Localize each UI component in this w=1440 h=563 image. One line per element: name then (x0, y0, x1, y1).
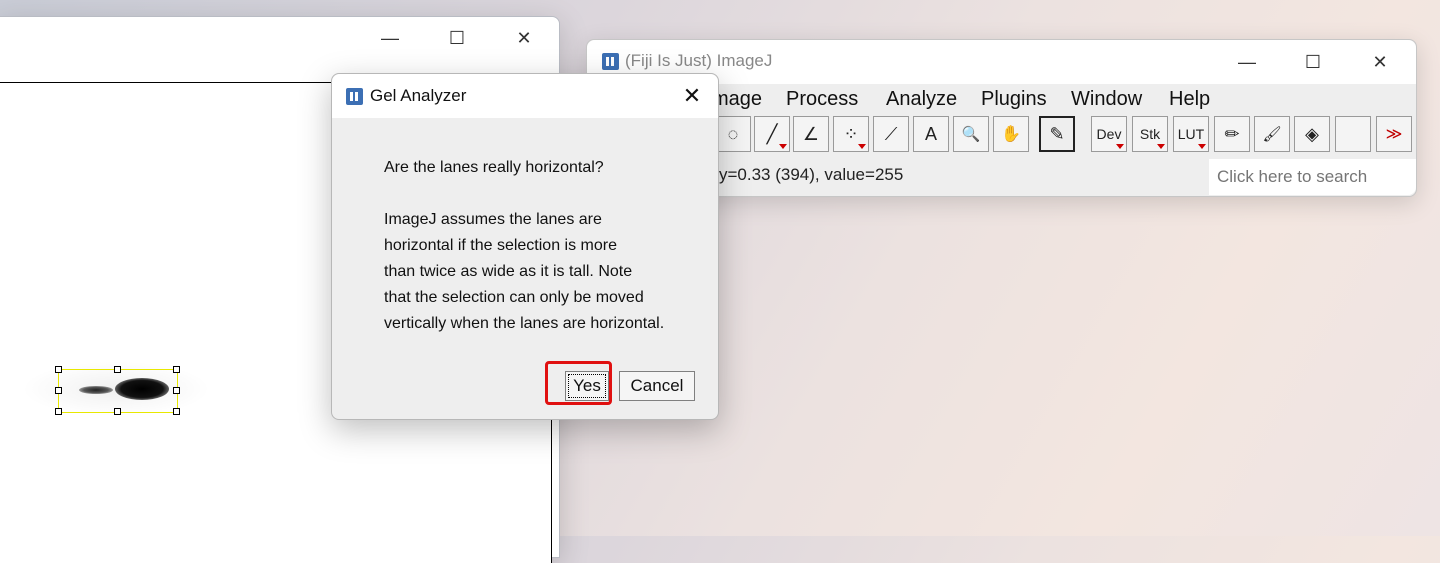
minimize-button[interactable]: — (1224, 42, 1270, 82)
stk-menu-icon[interactable]: Stk (1132, 116, 1168, 152)
lut-menu-icon[interactable]: LUT (1173, 116, 1209, 152)
wand-tool-icon[interactable]: ⟋ (873, 116, 909, 152)
flood-fill-icon[interactable]: ◈ (1294, 116, 1330, 152)
gel-analyzer-dialog: Gel Analyzer ✕ Are the lanes really hori… (331, 73, 719, 420)
minimize-button[interactable]: — (367, 18, 413, 58)
selection-handle[interactable] (114, 408, 121, 415)
angle-tool-icon[interactable]: ∠ (793, 116, 829, 152)
selection-handle[interactable] (55, 387, 62, 394)
dropdown-indicator (779, 144, 787, 149)
line-glyph: ╱ (766, 123, 778, 144)
dialog-question: Are the lanes really horizontal? (384, 159, 604, 176)
selection-handle[interactable] (55, 408, 62, 415)
stk-label: Stk (1139, 126, 1161, 142)
dropdown-indicator (1157, 144, 1165, 149)
dropdown-indicator (1116, 144, 1124, 149)
dialog-title: Gel Analyzer (370, 86, 467, 105)
close-button[interactable]: ✕ (1357, 42, 1403, 82)
selection-handle[interactable] (114, 366, 121, 373)
hand-tool-icon[interactable]: ✋ (993, 116, 1029, 152)
text-tool-icon[interactable]: A (913, 116, 949, 152)
dialog-body-line: than twice as wide as it is tall. Note (384, 263, 633, 280)
freehand-selection-icon[interactable]: ◌ (715, 116, 751, 152)
multipoint-tool-icon[interactable]: ⁘ (833, 116, 869, 152)
dialog-body-line: that the selection can only be moved (384, 289, 644, 306)
selection-handle[interactable] (173, 387, 180, 394)
imagej-title: (Fiji Is Just) ImageJ (625, 51, 773, 70)
more-tools-icon[interactable]: ≫ (1376, 116, 1412, 152)
image-window-titlebar: — ☐ ✕ (0, 17, 559, 79)
pencil-icon[interactable]: ✏ (1214, 116, 1250, 152)
selection-handle[interactable] (55, 366, 62, 373)
line-tool-icon[interactable]: ╱ (754, 116, 790, 152)
dialog-body-line: vertically when the lanes are horizontal… (384, 315, 665, 332)
menu-help[interactable]: Help (1169, 88, 1210, 111)
selection-handle[interactable] (173, 366, 180, 373)
dialog-titlebar: Gel Analyzer ✕ (332, 74, 718, 118)
imagej-app-icon (602, 53, 619, 70)
maximize-button[interactable]: ☐ (434, 18, 480, 58)
dialog-body-line: horizontal if the selection is more (384, 237, 617, 254)
menu-plugins[interactable]: Plugins (981, 88, 1047, 111)
menu-process[interactable]: Process (786, 88, 858, 111)
maximize-button[interactable]: ☐ (1290, 42, 1336, 82)
cancel-button[interactable]: Cancel (619, 371, 695, 401)
lut-label: LUT (1177, 126, 1205, 142)
brush-icon[interactable]: 🖌 (1254, 116, 1290, 152)
imagej-app-icon (346, 88, 363, 105)
dialog-body-line: ImageJ assumes the lanes are (384, 211, 602, 228)
menu-analyze[interactable]: Analyze (886, 88, 957, 111)
yes-button-highlight (545, 361, 612, 405)
blank-tool[interactable] (1335, 116, 1371, 152)
close-button[interactable]: ✕ (501, 18, 547, 58)
close-icon[interactable]: ✕ (672, 78, 712, 114)
magnifier-icon[interactable]: 🔍 (953, 116, 989, 152)
color-picker-icon[interactable]: ✎ (1039, 116, 1075, 152)
dev-label: Dev (1096, 126, 1122, 142)
dropdown-indicator (1198, 144, 1206, 149)
status-text: y=0.33 (394), value=255 (719, 165, 904, 184)
dropdown-indicator (858, 144, 866, 149)
menu-image[interactable]: mage (712, 88, 762, 111)
rectangle-selection[interactable] (55, 366, 180, 415)
selection-handle[interactable] (173, 408, 180, 415)
dev-menu-icon[interactable]: Dev (1091, 116, 1127, 152)
multipoint-glyph: ⁘ (843, 123, 859, 144)
menu-window[interactable]: Window (1071, 88, 1142, 111)
search-input[interactable] (1209, 159, 1416, 195)
